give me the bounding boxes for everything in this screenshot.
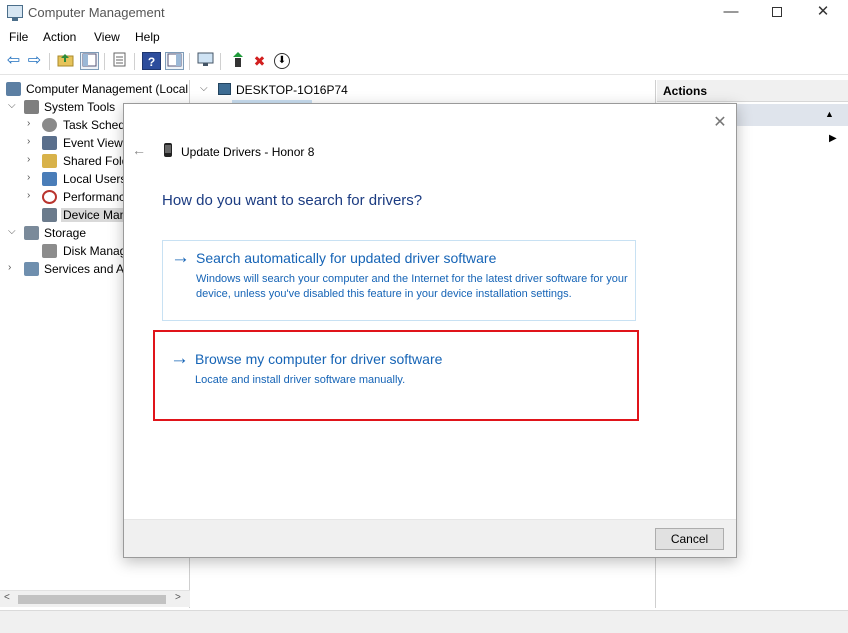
performance-icon [42,190,57,204]
update-driver-svg [233,52,243,67]
menu-help[interactable]: Help [135,30,160,44]
up-folder-icon[interactable] [56,52,75,70]
show-hide-console-tree-icon[interactable] [80,52,99,70]
computer-management-icon [7,5,23,21]
tree-item-label: System Tools [44,100,116,114]
cancel-button[interactable]: Cancel [655,528,724,550]
shared-folders-icon [42,154,57,168]
device-tree-root[interactable]: ⌵ DESKTOP-1O16P74 [192,80,656,100]
tree-item-computer-management[interactable]: Computer Management (Local [0,80,189,98]
action-pane-svg [167,53,182,67]
tree-item-label: Disk Manag [63,244,127,258]
monitor-svg [197,52,214,66]
window-title: Computer Management [28,5,165,20]
forward-arrow-icon[interactable]: ⇨ [25,52,44,70]
console-tree-svg [82,53,97,67]
update-driver-icon[interactable] [228,52,247,70]
tree-item-label: Performanc [63,190,126,204]
dialog-title: Update Drivers - Honor 8 [181,145,315,159]
expand-icon[interactable]: › [8,262,18,273]
toolbar-separator [134,53,135,70]
collapse-icon[interactable]: ⌵ [8,100,18,111]
back-arrow-icon[interactable]: ⇦ [4,52,23,70]
scan-hardware-icon[interactable] [196,52,215,70]
submenu-arrow-icon: ▶ [829,133,837,144]
toolbar-separator [49,53,50,70]
tree-item-label: Event Viewe [63,136,130,150]
event-viewer-icon [42,136,57,150]
option-title: Search automatically for updated driver … [196,250,497,266]
expand-icon[interactable]: › [27,190,37,201]
disk-management-icon [42,244,57,258]
toolbar-separator [220,53,221,70]
highlight-annotation [153,330,639,421]
scrollbar-thumb[interactable] [18,595,166,604]
search-automatically-option[interactable]: → Search automatically for updated drive… [162,240,636,321]
update-drivers-dialog: ✕ ← Update Drivers - Honor 8 How do you … [123,103,737,558]
toolbar-separator [104,53,105,70]
disable-device-icon[interactable]: ⬇ [274,53,290,69]
actions-header: Actions [657,80,848,102]
menu-file[interactable]: File [9,30,28,44]
expand-icon[interactable]: › [27,118,37,129]
close-window-button[interactable]: ✕ [800,0,846,26]
storage-icon [24,226,39,240]
menu-action[interactable]: Action [43,30,76,44]
toolbar: ⇦ ⇨ ? ✖ ⬇ [0,49,848,75]
device-manager-icon [42,208,57,222]
maximize-icon [772,7,782,17]
help-icon[interactable]: ? [142,52,161,70]
computer-icon [218,83,231,95]
tree-item-label: Storage [44,226,87,240]
menu-view[interactable]: View [94,30,120,44]
tree-item-label: Computer Management (Local [26,82,189,96]
services-icon [24,262,39,276]
scroll-right-icon[interactable]: > [175,592,181,603]
menu-bar: File Action View Help [0,27,848,47]
dialog-heading: How do you want to search for drivers? [162,192,423,209]
close-icon[interactable]: ✕ [712,112,728,131]
collapse-icon[interactable]: ⌵ [8,226,18,237]
phone-icon [164,143,172,157]
local-users-icon [42,172,57,186]
minimize-button[interactable]: — [708,0,754,26]
scroll-left-icon[interactable]: < [4,592,10,603]
task-scheduler-icon [42,118,57,132]
option-description: Windows will search your computer and th… [196,273,628,300]
tree-horizontal-scrollbar[interactable]: < > [0,590,190,607]
expand-icon[interactable]: › [27,154,37,165]
tree-item-label: Services and Ap [44,262,131,276]
dialog-footer: Cancel [124,519,736,557]
tree-item-label: Device Man [61,208,129,222]
collapse-icon[interactable]: ▲ [825,109,834,119]
uninstall-icon[interactable]: ✖ [250,52,269,70]
show-hide-action-pane-icon[interactable] [165,52,184,70]
system-tools-icon [24,100,39,114]
computer-management-icon [6,82,21,96]
title-bar: Computer Management — ✕ [0,0,848,26]
up-folder-svg [57,54,74,67]
actions-title: Actions [663,84,708,98]
properties-icon[interactable] [110,52,129,70]
properties-svg [113,52,126,67]
tree-item-label: Local Users [63,172,127,186]
back-arrow-icon[interactable]: ← [132,142,146,158]
status-bar [0,610,848,633]
tree-item-label: Task Schedu [63,118,132,132]
maximize-button[interactable] [754,0,800,26]
expand-icon[interactable]: › [27,136,37,147]
expand-icon[interactable]: › [27,172,37,183]
collapse-icon[interactable]: ⌵ [200,83,208,94]
toolbar-separator [189,53,190,70]
arrow-right-icon: → [171,247,190,268]
tree-item-label: Shared Fold [63,154,129,168]
computer-name: DESKTOP-1O16P74 [236,83,348,97]
